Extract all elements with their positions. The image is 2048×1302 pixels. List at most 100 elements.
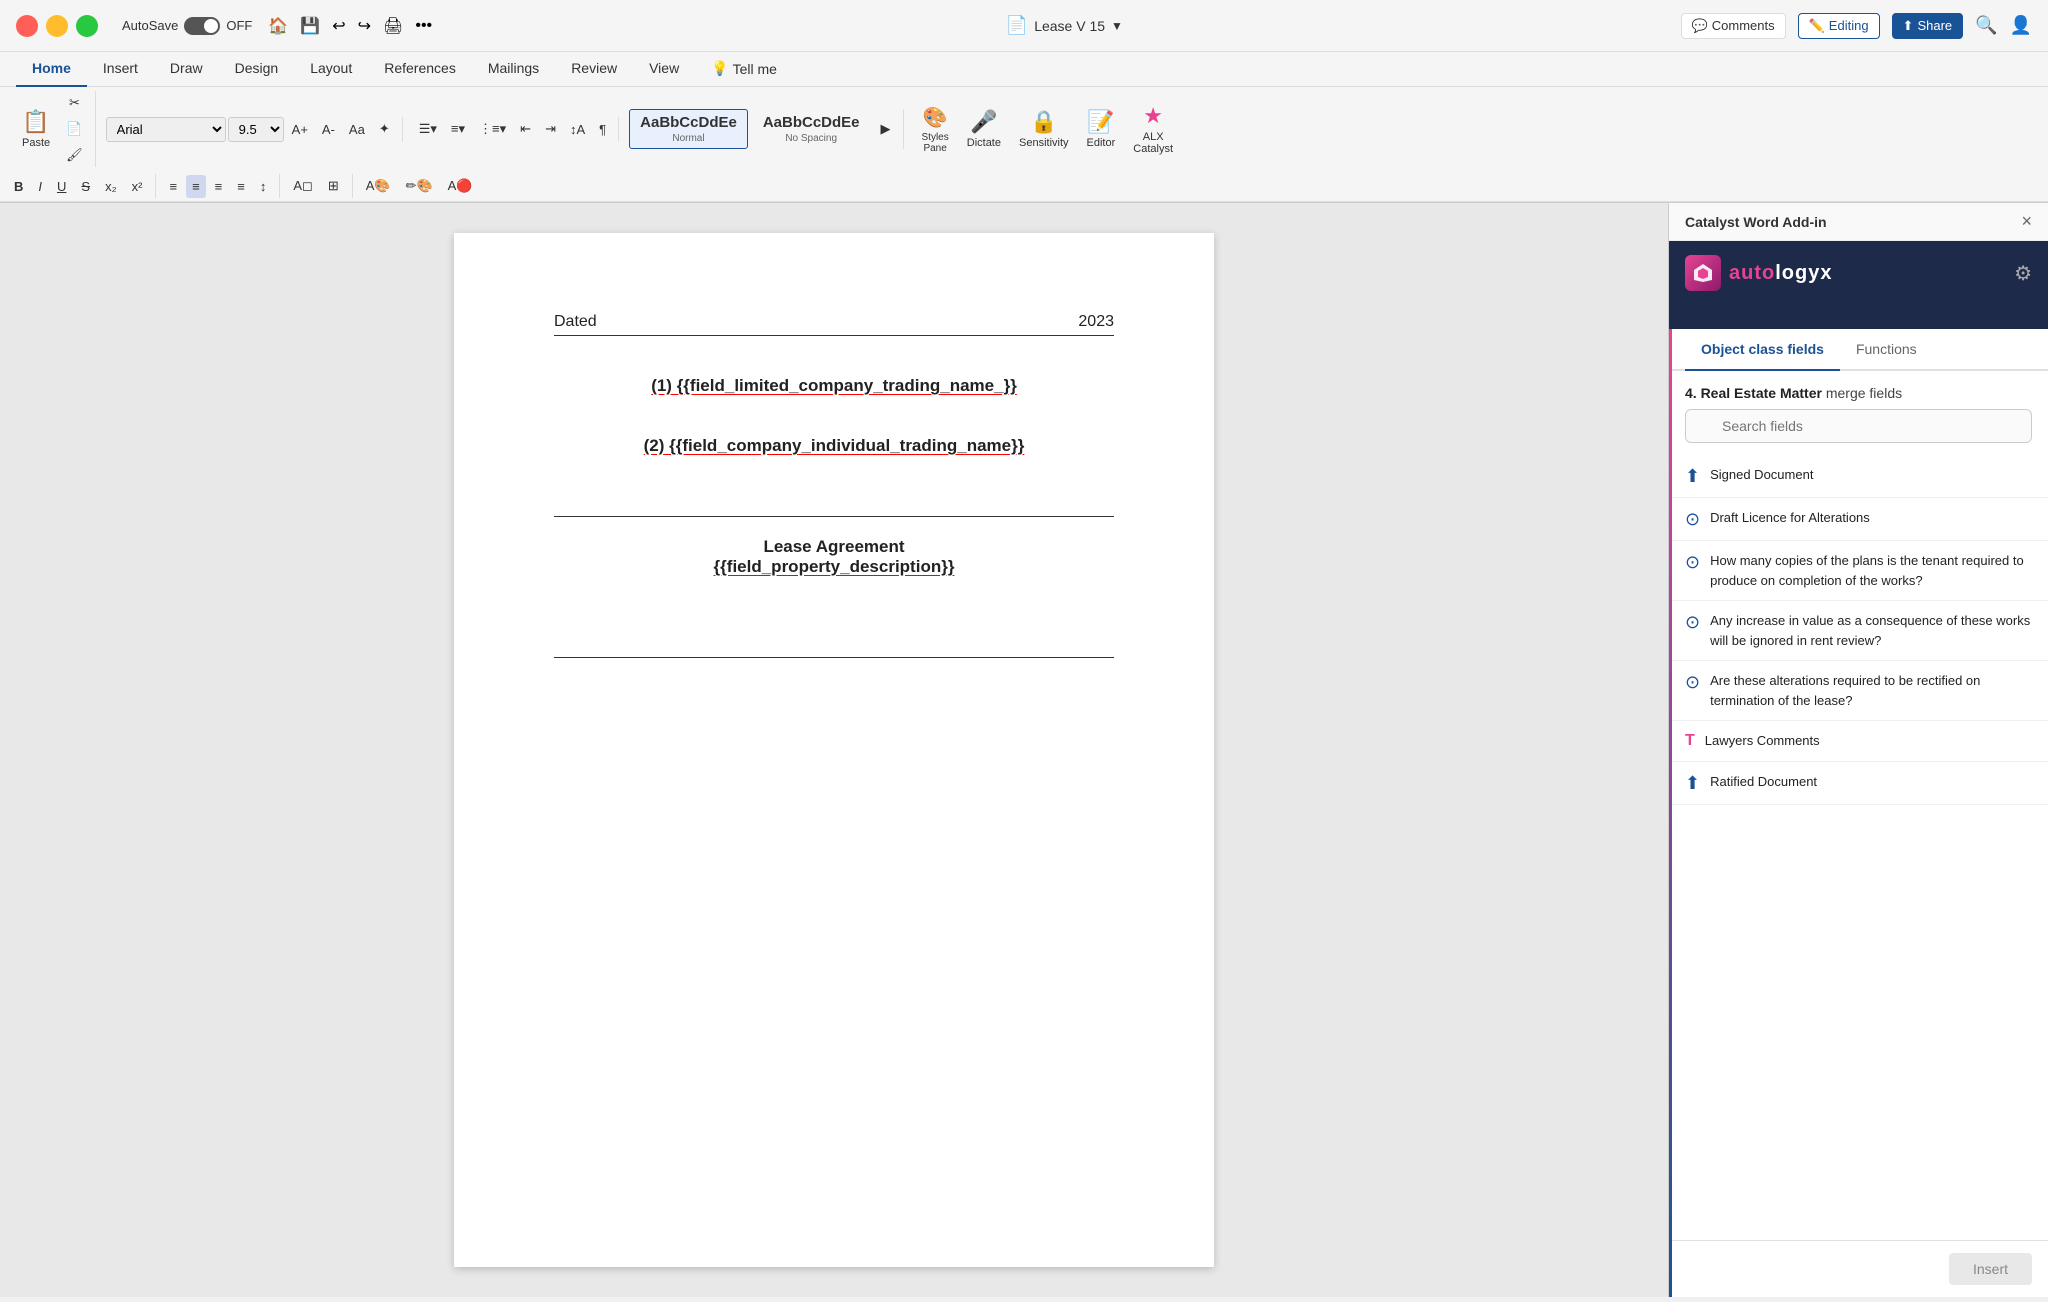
tab-view[interactable]: View — [633, 52, 695, 87]
tab-functions[interactable]: Functions — [1840, 329, 1933, 371]
maximize-button[interactable] — [76, 15, 98, 37]
field-item-label: Lawyers Comments — [1705, 731, 1820, 751]
style-no-spacing[interactable]: AaBbCcDdEe No Spacing — [752, 109, 871, 149]
bullets-button[interactable]: ☰▾ — [413, 117, 443, 141]
print-icon[interactable]: 🖨 — [383, 16, 403, 36]
logo-icon — [1685, 255, 1721, 291]
cut-button[interactable]: ✂ — [60, 91, 89, 115]
field-item-lawyers-comments[interactable]: T Lawyers Comments — [1669, 721, 2048, 762]
tab-tell-me[interactable]: 💡 Tell me — [695, 52, 793, 87]
field-item-signed-document[interactable]: ⬆ Signed Document — [1669, 455, 2048, 498]
sort-button[interactable]: ↕A — [564, 118, 591, 141]
insert-button[interactable]: Insert — [1949, 1253, 2032, 1285]
dictate-button[interactable]: 🎤 Dictate — [959, 105, 1009, 153]
minimize-button[interactable] — [46, 15, 68, 37]
field-item-ratified-document[interactable]: ⬆ Ratified Document — [1669, 762, 2048, 805]
font-color-button[interactable]: A🎨 — [360, 174, 397, 198]
save-icon[interactable]: 💾 — [300, 16, 320, 36]
italic-button[interactable]: I — [32, 175, 48, 198]
settings-icon[interactable]: ⚙ — [2014, 261, 2032, 286]
copy-button[interactable]: 📄 — [60, 117, 89, 141]
panel-close-button[interactable]: × — [2021, 211, 2032, 232]
font-family-select[interactable]: Arial — [106, 117, 226, 142]
field-item-increase-value[interactable]: ⊙ Any increase in value as a consequence… — [1669, 601, 2048, 661]
chevron-down-icon[interactable]: ▼ — [1111, 19, 1123, 33]
autosave-control[interactable]: AutoSave OFF — [122, 17, 252, 35]
font-group: Arial 9.5 A+ A- Aa ✦ — [100, 117, 403, 142]
section-heading: 4. Real Estate Matter merge fields — [1669, 371, 2048, 409]
numbering-button[interactable]: ≡▾ — [445, 117, 471, 141]
decrease-indent-button[interactable]: ⇤ — [514, 117, 537, 141]
more-icon[interactable]: ••• — [415, 17, 432, 35]
align-left-button[interactable]: ≡ — [163, 175, 183, 198]
increase-indent-button[interactable]: ⇥ — [539, 117, 562, 141]
upload-icon: ⬆ — [1685, 466, 1700, 487]
change-case-button[interactable]: Aa — [343, 118, 371, 141]
right-toolbar: 💬 Comments ✏️ Editing ⬆ Share 🔍 👤 — [1681, 13, 2032, 39]
undo-icon[interactable]: ↩ — [332, 16, 345, 36]
tab-design[interactable]: Design — [219, 52, 295, 87]
sensitivity-button[interactable]: 🔒 Sensitivity — [1011, 105, 1077, 153]
search-input[interactable] — [1685, 409, 2032, 443]
shading-button[interactable]: A◻ — [287, 174, 318, 198]
tab-mailings[interactable]: Mailings — [472, 52, 555, 87]
document-area[interactable]: Dated 2023 (1) {{field_limited_company_t… — [0, 203, 1668, 1297]
tab-home[interactable]: Home — [16, 52, 87, 87]
ribbon-tabs: Home Insert Draw Design Layout Reference… — [0, 52, 2048, 87]
field-item-alterations[interactable]: ⊙ Are these alterations required to be r… — [1669, 661, 2048, 721]
multilevel-button[interactable]: ⋮≡▾ — [473, 117, 512, 141]
logo-text: autologyx — [1729, 262, 1832, 285]
align-right-button[interactable]: ≡ — [209, 175, 229, 198]
search-icon[interactable]: 🔍 — [1975, 15, 1997, 36]
style-normal[interactable]: AaBbCcDdEe Normal — [629, 109, 748, 149]
subscript-button[interactable]: x₂ — [99, 175, 123, 198]
superscript-button[interactable]: x² — [126, 175, 149, 198]
styles-more-button[interactable]: ▶ — [875, 117, 897, 141]
styles-pane-button[interactable]: 🎨 StylesPane — [914, 101, 957, 158]
arrow-up-icon: ⬆ — [1685, 773, 1700, 794]
bold-button[interactable]: B — [8, 175, 29, 198]
highlight-button[interactable]: ✏🎨 — [400, 174, 439, 198]
strikethrough-button[interactable]: S — [75, 175, 96, 198]
font-size-select[interactable]: 9.5 — [228, 117, 284, 142]
border-button[interactable]: ⊞ — [322, 174, 345, 198]
tab-review[interactable]: Review — [555, 52, 633, 87]
tab-layout[interactable]: Layout — [294, 52, 368, 87]
user-icon[interactable]: 👤 — [2010, 15, 2032, 36]
comments-button[interactable]: 💬 Comments — [1681, 13, 1786, 39]
tab-object-class-fields[interactable]: Object class fields — [1685, 329, 1840, 371]
grow-font-button[interactable]: A+ — [286, 118, 314, 141]
styles-pane-icon: 🎨 — [923, 105, 948, 130]
editor-button[interactable]: 📝 Editor — [1079, 105, 1124, 153]
format-painter-button[interactable]: 🖌 — [60, 143, 89, 167]
tab-references[interactable]: References — [368, 52, 472, 87]
field-item-draft-licence[interactable]: ⊙ Draft Licence for Alterations — [1669, 498, 2048, 541]
autosave-toggle[interactable] — [184, 17, 220, 35]
share-icon: ⬆ — [1903, 18, 1914, 34]
line-spacing-button[interactable]: ↕ — [254, 175, 273, 198]
home-icon[interactable]: 🏠 — [268, 16, 288, 36]
tab-draw[interactable]: Draw — [154, 52, 219, 87]
tab-insert[interactable]: Insert — [87, 52, 154, 87]
alx-catalyst-button[interactable]: ★ ALXCatalyst — [1125, 99, 1181, 159]
underline-button[interactable]: U — [51, 175, 72, 198]
traffic-lights — [16, 15, 98, 37]
justify-button[interactable]: ≡ — [231, 175, 251, 198]
circle-icon: ⊙ — [1685, 672, 1700, 693]
paste-button[interactable]: 📋 Paste — [14, 105, 58, 153]
close-button[interactable] — [16, 15, 38, 37]
editing-button[interactable]: ✏️ Editing — [1798, 13, 1880, 39]
word-page: Dated 2023 (1) {{field_limited_company_t… — [454, 233, 1214, 1267]
align-center-button[interactable]: ≡ — [186, 175, 206, 198]
field-list: ⬆ Signed Document ⊙ Draft Licence for Al… — [1669, 455, 2048, 1240]
field-item-copies[interactable]: ⊙ How many copies of the plans is the te… — [1669, 541, 2048, 601]
clear-format-button[interactable]: ✦ — [373, 117, 396, 141]
show-formatting-button[interactable]: ¶ — [593, 118, 612, 141]
field2-block: (2) {{field_company_individual_trading_n… — [554, 436, 1114, 456]
comments-icon: 💬 — [1692, 18, 1708, 34]
search-wrapper: 🔍 — [1685, 409, 2032, 443]
share-button[interactable]: ⬆ Share — [1892, 13, 1964, 39]
shrink-font-button[interactable]: A- — [316, 118, 341, 141]
redo-icon[interactable]: ↪ — [358, 16, 371, 36]
text-color-button[interactable]: A🔴 — [442, 174, 479, 198]
